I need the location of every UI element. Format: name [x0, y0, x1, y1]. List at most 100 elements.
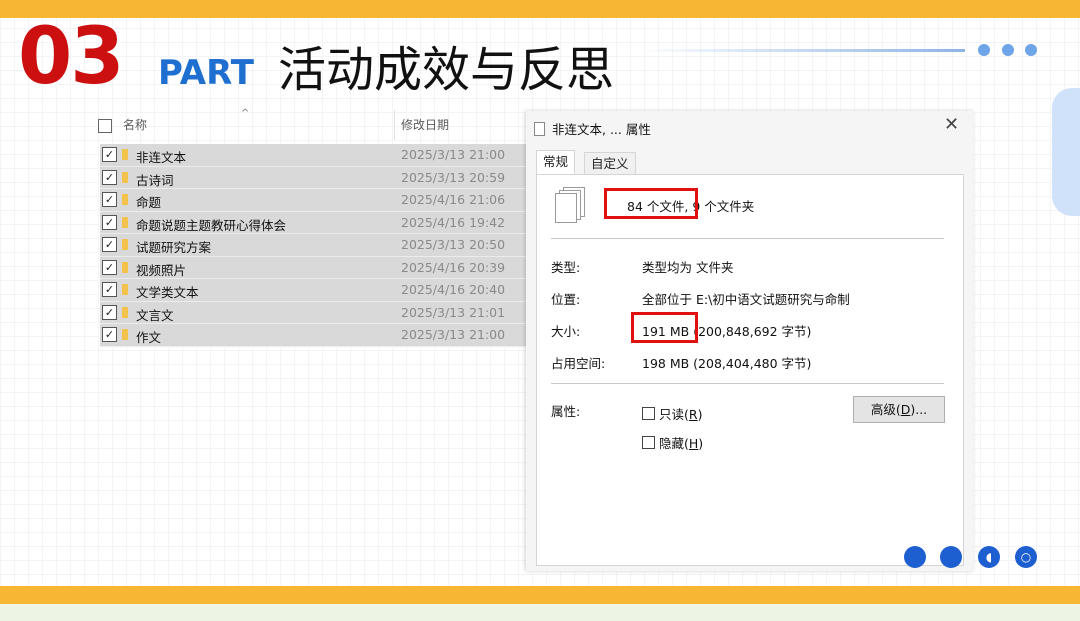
zoom-icon[interactable]: ○	[1015, 546, 1037, 568]
file-explorer-list: ^ 名称 修改日期 ✓ 非连文本 2025/3/13 21:00 ✓ 古诗词 2025/…	[96, 108, 532, 348]
folder-icon	[122, 261, 128, 273]
readonly-checkbox[interactable]	[642, 407, 655, 420]
close-icon[interactable]: ✕	[944, 114, 959, 135]
folder-icon	[122, 329, 128, 340]
column-header-date[interactable]: 修改日期	[401, 116, 449, 133]
table-row[interactable]: ✓ 试题研究方案 2025/3/13 20:50	[100, 234, 532, 257]
bottom-strip	[0, 604, 1080, 621]
folder-icon	[122, 284, 128, 295]
row-name: 命题	[136, 195, 162, 210]
general-pane: 84 个文件, 9 个文件夹 类型: 类型均为 文件夹 位置: 全部位于 E:\…	[536, 174, 964, 566]
row-date: 2025/3/13 21:00	[401, 147, 506, 162]
divider	[551, 238, 944, 239]
row-name: 古诗词	[136, 172, 174, 188]
list-header: ^ 名称 修改日期	[96, 108, 532, 140]
advanced-button[interactable]: 高级(D)...	[853, 396, 945, 423]
hidden-option[interactable]: 隐藏(H)	[642, 433, 703, 452]
decorative-blob	[1052, 88, 1080, 216]
readonly-close: )	[697, 407, 703, 422]
row-checkbox[interactable]: ✓	[102, 259, 117, 275]
table-row[interactable]: ✓ 作文 2025/3/13 21:00	[100, 324, 532, 347]
table-row[interactable]: ✓ 文言文 2025/3/13 21:01	[100, 301, 532, 324]
column-header-name[interactable]: 名称	[123, 116, 147, 133]
folder-icon	[122, 239, 128, 250]
select-all-checkbox[interactable]	[98, 119, 112, 133]
readonly-key: R	[688, 407, 698, 422]
file-rows: ✓ 非连文本 2025/3/13 21:00 ✓ 古诗词 2025/3/13 20:59…	[100, 144, 532, 347]
type-value: 类型均为 文件夹	[642, 260, 734, 275]
row-checkbox[interactable]: ✓	[102, 237, 117, 252]
location-label: 位置:	[551, 292, 581, 307]
folder-icon	[122, 194, 128, 205]
divider	[551, 383, 944, 384]
playback-icon[interactable]	[904, 546, 926, 568]
row-name: 试题研究方案	[136, 240, 212, 255]
row-checkbox[interactable]: ✓	[102, 304, 117, 320]
tab-custom[interactable]: 自定义	[584, 152, 636, 175]
folder-icon	[122, 306, 128, 318]
row-checkbox[interactable]: ✓	[102, 282, 117, 297]
readonly-option[interactable]: 只读(R)	[642, 404, 702, 423]
folder-icon	[122, 216, 128, 228]
sort-caret-icon: ^	[241, 108, 250, 119]
section-number: 03	[18, 12, 125, 102]
folder-icon	[122, 171, 128, 183]
row-checkbox[interactable]: ✓	[102, 169, 117, 185]
accent-line	[640, 49, 965, 52]
advanced-text: 高级(	[870, 402, 901, 417]
table-row[interactable]: ✓ 视频照片 2025/4/16 20:39	[100, 256, 532, 279]
top-band	[0, 0, 1080, 18]
hidden-text: 隐藏(	[659, 436, 689, 451]
disk-usage-label: 占用空间:	[551, 356, 606, 371]
decor-dot	[978, 44, 990, 56]
location-value: 全部位于 E:\初中语文试题研究与命制	[642, 292, 850, 307]
playback-icon[interactable]	[940, 546, 962, 568]
row-date: 2025/4/16 19:42	[401, 214, 506, 230]
tab-general[interactable]: 常规	[536, 150, 576, 175]
column-divider[interactable]	[394, 110, 395, 140]
type-label: 类型:	[551, 260, 581, 275]
hidden-checkbox[interactable]	[642, 436, 655, 449]
row-name: 文学类文本	[136, 285, 199, 300]
dialog-title-text: 非连文本, ... 属性	[552, 122, 651, 137]
row-date: 2025/4/16 20:40	[401, 282, 506, 297]
row-name: 文言文	[136, 307, 174, 323]
size-bytes: (200,848,692 字节)	[693, 324, 812, 339]
row-name: 非连文本	[136, 150, 187, 165]
dialog-title: 非连文本, ... 属性	[534, 119, 651, 138]
row-date: 2025/3/13 21:00	[401, 327, 506, 342]
hidden-key: H	[688, 436, 699, 451]
attributes-label: 属性:	[551, 404, 581, 419]
row-checkbox[interactable]: ✓	[102, 327, 117, 342]
row-name: 视频照片	[136, 262, 187, 278]
advanced-suffix: )...	[910, 402, 928, 417]
part-label: PART	[158, 53, 254, 93]
row-checkbox[interactable]: ✓	[102, 147, 117, 162]
table-row[interactable]: ✓ 命题 2025/4/16 21:06	[100, 189, 532, 212]
decor-dot	[1002, 44, 1014, 56]
table-row[interactable]: ✓ 非连文本 2025/3/13 21:00	[100, 144, 532, 167]
folder-count: 9 个文件夹	[692, 199, 755, 214]
advanced-key: D	[900, 402, 911, 417]
speaker-icon[interactable]: ◖	[978, 546, 1000, 568]
document-icon	[534, 122, 545, 136]
highlight-box	[604, 188, 698, 219]
size-label: 大小:	[551, 324, 581, 339]
hidden-close: )	[698, 436, 704, 451]
readonly-text: 只读(	[659, 407, 689, 422]
bottom-band	[0, 586, 1080, 604]
folder-icon	[122, 149, 128, 160]
row-date: 2025/4/16 21:06	[401, 192, 506, 207]
row-checkbox[interactable]: ✓	[102, 214, 117, 230]
row-name: 作文	[136, 330, 162, 345]
properties-dialog: 非连文本, ... 属性 ✕ 常规 自定义 84 个文件, 9 个文件夹 类型:…	[526, 111, 974, 571]
table-row[interactable]: ✓ 命题说题主题教研心得体会 2025/4/16 19:42	[100, 211, 532, 234]
row-date: 2025/3/13 20:59	[401, 169, 506, 185]
table-row[interactable]: ✓ 古诗词 2025/3/13 20:59	[100, 166, 532, 189]
row-checkbox[interactable]: ✓	[102, 192, 117, 207]
slide-heading: 活动成效与反思	[278, 42, 615, 98]
decor-dot	[1025, 44, 1037, 56]
row-date: 2025/3/13 20:50	[401, 237, 506, 252]
table-row[interactable]: ✓ 文学类文本 2025/4/16 20:40	[100, 279, 532, 302]
row-date: 2025/4/16 20:39	[401, 259, 506, 275]
